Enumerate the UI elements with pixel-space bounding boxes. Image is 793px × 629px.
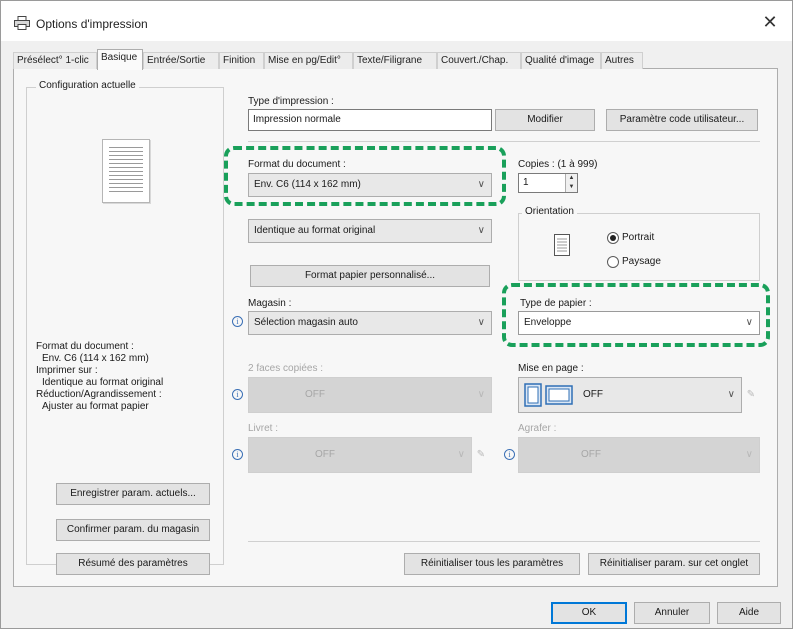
tab-one-click-preset[interactable]: Présélect° 1-clic [13,52,97,69]
chevron-down-icon: ∨ [745,449,753,460]
duplex-label: 2 faces copiées : [248,363,324,374]
print-on-select[interactable]: Identique au format original ∨ [248,219,492,243]
tab-text-watermark[interactable]: Texte/Filigrane [353,52,437,69]
copies-stepper[interactable]: 1 ▲ ▼ [518,173,578,193]
pencil-icon[interactable]: ✎ [744,384,758,406]
booklet-value: OFF [315,449,335,460]
layout-label: Mise en page : [518,363,584,374]
tray-value: Sélection magasin auto [254,317,358,328]
paper-type-highlight [502,283,770,347]
landscape-label: Paysage [622,256,661,267]
booklet-select[interactable]: OFF ∨ [248,437,472,473]
tray-label: Magasin : [248,298,292,309]
close-button[interactable]: ✕ [758,11,782,33]
tab-strip: Présélect° 1-clic Basique Entrée/Sortie … [13,49,778,70]
summary-scale-value: Ajuster au format papier [42,401,149,412]
help-button[interactable]: Aide [717,602,781,624]
info-icon[interactable]: i [232,449,243,460]
basic-tab-panel: Configuration actuelle Format du documen… [13,69,778,587]
modify-button[interactable]: Modifier [495,109,595,131]
print-type-field: Impression normale [248,109,492,131]
title-bar: Options d'impression ✕ [1,1,792,41]
info-icon[interactable]: i [232,316,243,327]
spin-up-icon[interactable]: ▲ [566,174,577,183]
pencil-icon[interactable]: ✎ [474,444,488,466]
print-type-label: Type d'impression : [248,96,334,107]
window-title: Options d'impression [36,17,148,31]
staple-value: OFF [581,449,601,460]
spin-down-icon[interactable]: ▼ [566,183,577,192]
info-icon[interactable]: i [504,449,515,460]
document-preview [102,139,150,203]
print-options-dialog: Options d'impression ✕ Présélect° 1-clic… [0,0,793,629]
summary-doc-format-label: Format du document : [36,341,134,352]
layout-value: OFF [583,389,603,400]
chevron-down-icon: ∨ [457,449,465,460]
config-summary: Format du document : Env. C6 (114 x 162 … [36,341,163,413]
reset-tab-button[interactable]: Réinitialiser param. sur cet onglet [588,553,760,575]
copies-value: 1 [523,177,529,188]
tray-select[interactable]: Sélection magasin auto ∨ [248,311,492,335]
spinner-buttons[interactable]: ▲ ▼ [565,174,577,192]
portrait-label: Portrait [622,232,655,243]
print-on-value: Identique au format original [254,225,376,236]
current-config-title: Configuration actuelle [36,80,139,91]
info-icon[interactable]: i [232,389,243,400]
ok-button[interactable]: OK [551,602,627,624]
orientation-title: Orientation [522,206,577,217]
confirm-tray-settings-button[interactable]: Confirmer param. du magasin [56,519,210,541]
duplex-value: OFF [305,389,325,400]
staple-select[interactable]: OFF ∨ [518,437,760,473]
chevron-down-icon: ∨ [477,317,485,328]
page-layout-icon [524,383,573,407]
tab-finishing[interactable]: Finition [219,52,264,69]
cancel-button[interactable]: Annuler [634,602,710,624]
summary-scale-label: Réduction/Agrandissement : [36,389,162,400]
chevron-down-icon: ∨ [477,389,485,400]
landscape-radio[interactable] [607,256,619,268]
tab-image-quality[interactable]: Qualité d'image [521,52,601,69]
staple-label: Agrafer : [518,423,557,434]
tab-others[interactable]: Autres [601,52,643,69]
duplex-select[interactable]: OFF ∨ [248,377,492,413]
printer-icon [14,16,30,30]
summary-doc-format-value: Env. C6 (114 x 162 mm) [42,353,149,364]
chevron-down-icon: ∨ [477,225,485,236]
tab-basic[interactable]: Basique [97,49,143,70]
portrait-radio[interactable] [607,232,619,244]
tab-covers-chapters[interactable]: Couvert./Chap. [437,52,521,69]
divider [248,541,760,542]
summary-print-on-value: Identique au format original [42,377,164,388]
settings-summary-button[interactable]: Résumé des paramètres [56,553,210,575]
divider [248,141,760,142]
custom-paper-size-button[interactable]: Format papier personnalisé... [250,265,490,287]
save-current-settings-button[interactable]: Enregistrer param. actuels... [56,483,210,505]
tab-input-output[interactable]: Entrée/Sortie [143,52,219,69]
doc-format-highlight [224,146,506,206]
tab-layout-edit[interactable]: Mise en pg/Edit° [264,52,353,69]
copies-label: Copies : (1 à 999) [518,159,598,170]
reset-all-button[interactable]: Réinitialiser tous les paramètres [404,553,580,575]
chevron-down-icon: ∨ [727,389,735,400]
portrait-page-icon [554,234,570,256]
user-code-settings-button[interactable]: Paramètre code utilisateur... [606,109,758,131]
booklet-label: Livret : [248,423,279,434]
summary-print-on-label: Imprimer sur : [36,365,98,376]
